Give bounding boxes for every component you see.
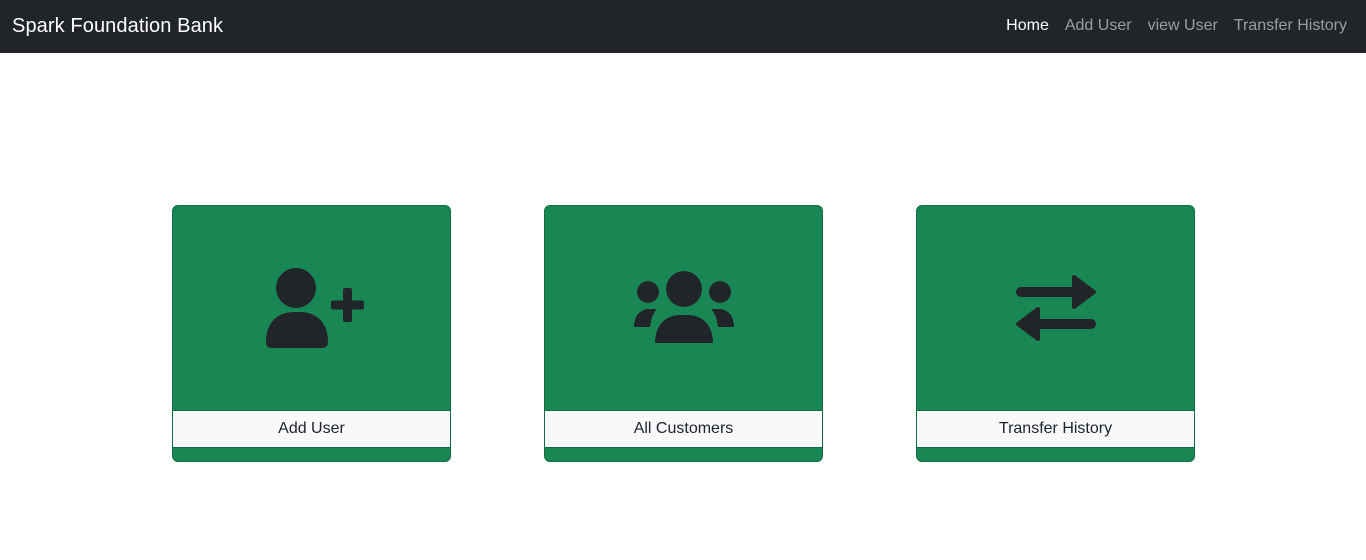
user-plus-icon [265,268,364,348]
nav-links: Home Add User view User Transfer History [990,15,1347,37]
all-customers-card[interactable]: All Customers [544,205,823,462]
add-user-card-label: Add User [173,410,450,448]
add-user-card[interactable]: Add User [172,205,451,462]
brand-link[interactable]: Spark Foundation Bank [12,13,223,39]
nav-transfer-history-link[interactable]: Transfer History [1234,15,1347,37]
nav-home-link[interactable]: Home [1006,15,1049,37]
all-customers-icon-area [545,206,822,410]
transfer-history-card[interactable]: Transfer History [916,205,1195,462]
arrows-exchange-icon [1015,275,1096,341]
navbar: Spark Foundation Bank Home Add User view… [0,0,1366,53]
add-user-icon-area [173,206,450,410]
users-group-icon [633,271,734,343]
transfer-history-card-label: Transfer History [917,410,1194,448]
all-customers-card-label: All Customers [545,410,822,448]
nav-add-user-link[interactable]: Add User [1065,15,1132,37]
transfer-history-icon-area [917,206,1194,410]
nav-view-user-link[interactable]: view User [1148,15,1218,37]
